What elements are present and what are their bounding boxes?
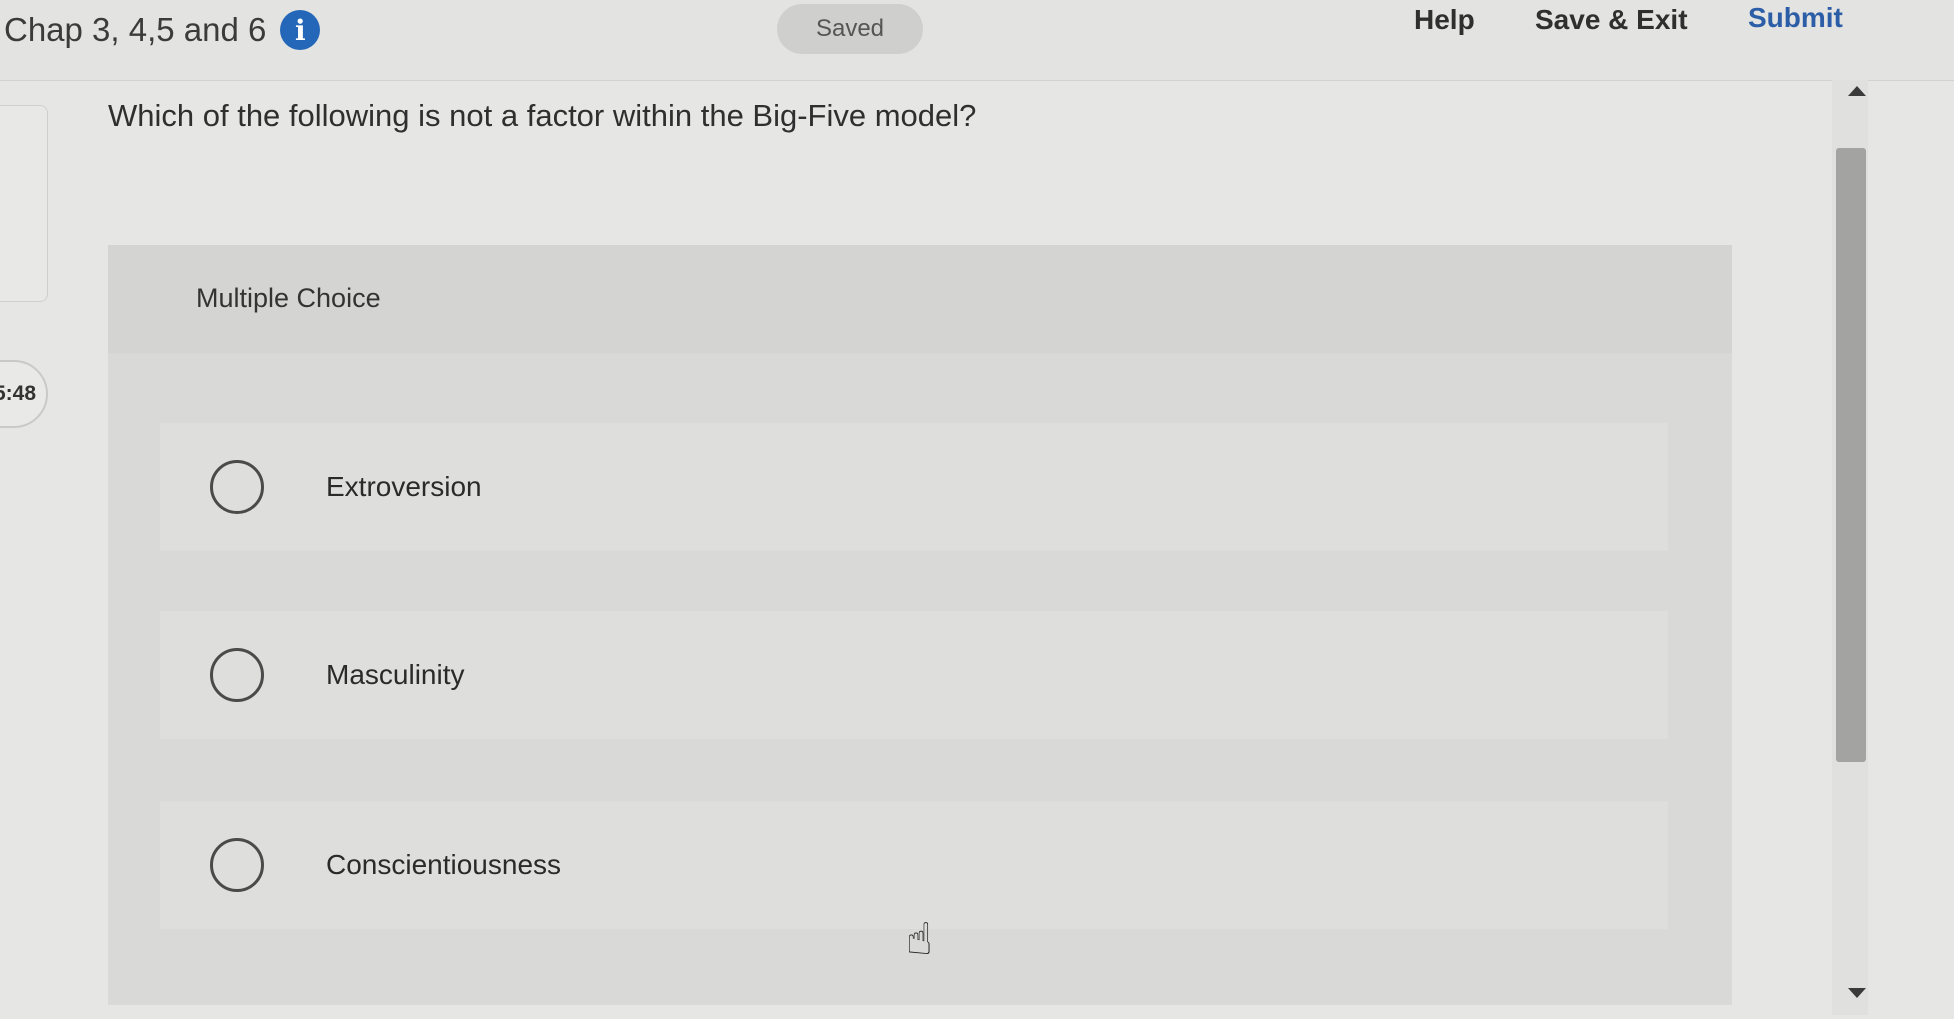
top-bar: Chap 3, 4,5 and 6 i Saved Help Save & Ex… xyxy=(0,0,1954,81)
answer-option-extroversion[interactable]: Extroversion xyxy=(160,423,1668,551)
saved-status-badge: Saved xyxy=(777,4,923,54)
radio-button[interactable] xyxy=(210,838,264,892)
submit-link[interactable]: Submit xyxy=(1748,2,1843,34)
scroll-up-icon[interactable] xyxy=(1848,86,1866,96)
info-icon[interactable]: i xyxy=(280,10,321,50)
multiple-choice-panel: Multiple Choice Extroversion Masculinity… xyxy=(108,245,1732,1005)
question-prompt: Which of the following is not a factor w… xyxy=(108,98,977,133)
radio-button[interactable] xyxy=(210,460,264,514)
timer-badge: 5:48 xyxy=(0,360,48,428)
answer-option-label: Extroversion xyxy=(326,471,482,502)
save-exit-link[interactable]: Save & Exit xyxy=(1535,4,1688,36)
hand-pointer-icon: ☝ xyxy=(906,915,933,964)
assignment-title-text: Chap 3, 4,5 and 6 xyxy=(4,11,267,48)
question-map-tab[interactable] xyxy=(0,105,48,302)
answer-option-label: Masculinity xyxy=(326,659,465,690)
help-link[interactable]: Help xyxy=(1414,4,1475,36)
question-type-label: Multiple Choice xyxy=(196,283,381,313)
assignment-title: Chap 3, 4,5 and 6 i xyxy=(4,10,321,50)
question-type-header: Multiple Choice xyxy=(108,245,1732,353)
scroll-down-icon[interactable] xyxy=(1848,988,1866,998)
answer-option-label: Conscientiousness xyxy=(326,849,562,880)
scrollbar-thumb[interactable] xyxy=(1836,148,1866,762)
answer-option-conscientiousness[interactable]: Conscientiousness xyxy=(160,801,1668,929)
answer-option-masculinity[interactable]: Masculinity xyxy=(160,611,1668,739)
radio-button[interactable] xyxy=(210,648,264,702)
